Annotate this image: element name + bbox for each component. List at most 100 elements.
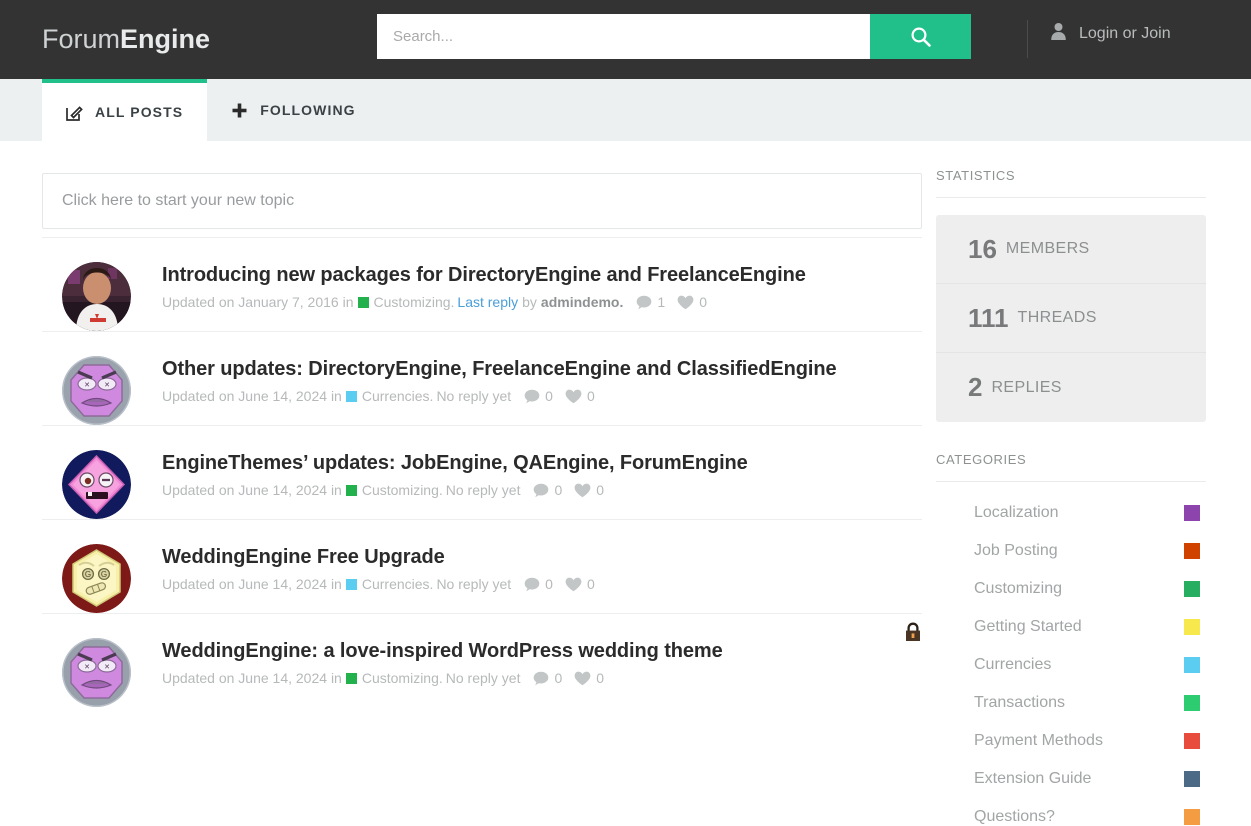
post-comment-stat: 0	[524, 387, 553, 406]
stat-row: 111 THREADS	[936, 284, 1206, 353]
post-row[interactable]: EngineThemes’ updates: JobEngine, QAEngi…	[42, 425, 922, 519]
post-date: June 14, 2024	[238, 576, 331, 592]
svg-text:✕: ✕	[104, 382, 110, 389]
category-label: Extension Guide	[974, 770, 1092, 787]
category-row[interactable]: Localization	[936, 494, 1206, 532]
post-comment-stat: 0	[524, 575, 553, 594]
post-comment-count: 0	[554, 670, 563, 686]
post-updated-prefix: Updated on	[162, 482, 239, 498]
stat-number: 2	[968, 372, 983, 402]
post-author[interactable]: admindemo.	[541, 293, 623, 312]
category-color-swatch	[1184, 505, 1200, 521]
site-brand-logo[interactable]: ForumEngine	[42, 24, 210, 55]
post-category-swatch	[345, 485, 357, 496]
comment-icon	[524, 389, 540, 404]
heart-icon	[574, 483, 591, 498]
category-label: Transactions	[974, 694, 1065, 711]
post-body: EngineThemes’ updates: JobEngine, QAEngi…	[162, 450, 922, 519]
post-in-word: in	[330, 482, 342, 498]
post-body: WeddingEngine Free Upgrade Updated on Ju…	[162, 544, 922, 613]
svg-text:G: G	[85, 570, 91, 579]
category-row[interactable]: Getting Started	[936, 608, 1206, 646]
avatar-photo	[62, 262, 131, 331]
stat-label: THREADS	[1017, 309, 1097, 326]
svg-text:✕: ✕	[84, 664, 90, 671]
search-input[interactable]	[377, 14, 870, 59]
post-no-reply-label: No reply yet	[436, 388, 512, 404]
post-comment-count: 0	[545, 388, 553, 404]
avatar-monster: ✕ ✕	[62, 638, 131, 707]
user-icon	[1050, 22, 1067, 45]
avatar	[62, 262, 131, 331]
post-row[interactable]: ✕ ✕ WeddingEngine: a love-inspired WordPr…	[42, 613, 922, 707]
post-like-count: 0	[596, 670, 605, 686]
post-date: June 14, 2024	[238, 388, 331, 404]
stat-number: 16	[968, 233, 997, 264]
svg-text:✕: ✕	[104, 664, 110, 671]
stat-label: REPLIES	[991, 378, 1062, 396]
post-category-swatch	[345, 391, 357, 402]
category-label: Questions?	[974, 808, 1055, 825]
category-color-swatch	[1184, 733, 1200, 749]
post-in-word: in	[330, 388, 342, 404]
post-updated-prefix: Updated on	[162, 294, 239, 310]
post-title-link[interactable]: WeddingEngine Free Upgrade	[162, 545, 922, 570]
post-title-link[interactable]: WeddingEngine: a love-inspired WordPress…	[162, 639, 922, 664]
post-title-link[interactable]: EngineThemes’ updates: JobEngine, QAEngi…	[162, 451, 922, 476]
post-category-name[interactable]: Customizing.	[362, 669, 443, 688]
brand-prefix: Forum	[42, 24, 121, 54]
tab-following-label: FOLLOWING	[260, 102, 356, 118]
statistics-heading: STATISTICS	[936, 168, 1206, 198]
post-title-link[interactable]: Other updates: DirectoryEngine, Freelanc…	[162, 357, 922, 382]
post-title-link[interactable]: Introducing new packages for DirectoryEn…	[162, 263, 922, 288]
comment-icon	[636, 295, 652, 310]
avatar-monster: ✕ ✕	[62, 356, 131, 425]
category-row[interactable]: Payment Methods	[936, 722, 1206, 760]
new-topic-input[interactable]	[62, 192, 921, 210]
post-updated-prefix: Updated on	[162, 576, 239, 592]
tab-following[interactable]: FOLLOWING	[207, 79, 379, 141]
category-row[interactable]: Questions?	[936, 798, 1206, 826]
post-meta: Updated on January 7, 2016 in Customizin…	[162, 293, 922, 312]
login-or-join-button[interactable]: Login or Join	[1050, 22, 1171, 45]
post-meta: Updated on June 14, 2024 in Currencies. …	[162, 387, 922, 406]
post-row[interactable]: ✕ ✕ Other updates: DirectoryEngine, Freel…	[42, 331, 922, 425]
statistics-card: 16 MEMBERS 111 THREADS 2 REPLIES	[936, 215, 1206, 422]
post-last-reply-link[interactable]: Last reply	[457, 293, 518, 312]
tab-all-posts[interactable]: ALL POSTS	[42, 79, 208, 141]
post-row[interactable]: Introducing new packages for DirectoryEn…	[42, 237, 922, 331]
post-category-name[interactable]: Customizing.	[362, 481, 443, 500]
post-list: Introducing new packages for DirectoryEn…	[42, 237, 922, 707]
post-row[interactable]: G G WeddingEngine Free Upgrade Updated on…	[42, 519, 922, 613]
post-category-swatch	[345, 579, 357, 590]
new-topic-box[interactable]	[42, 173, 922, 229]
category-color-swatch	[1184, 809, 1200, 825]
page-body: Introducing new packages for DirectoryEn…	[0, 141, 1251, 826]
post-category-name[interactable]: Currencies.	[362, 387, 434, 406]
post-category-swatch	[357, 297, 369, 308]
post-like-count: 0	[586, 576, 595, 592]
post-category-name[interactable]: Currencies.	[362, 575, 434, 594]
post-in-word: in	[330, 670, 342, 686]
post-like-stat: 0	[574, 669, 604, 688]
post-like-count: 0	[596, 482, 605, 498]
post-by-word: by	[522, 294, 537, 310]
category-row[interactable]: Currencies	[936, 646, 1206, 684]
post-like-stat: 0	[565, 575, 595, 594]
category-row[interactable]: Extension Guide	[936, 760, 1206, 798]
heart-icon	[574, 671, 591, 686]
post-comment-count: 0	[545, 576, 553, 592]
category-row[interactable]: Customizing	[936, 570, 1206, 608]
svg-text:G: G	[101, 570, 107, 579]
category-color-swatch	[1184, 657, 1200, 673]
post-date: January 7, 2016	[238, 294, 343, 310]
post-like-count: 0	[699, 294, 707, 310]
post-category-name[interactable]: Customizing.	[374, 293, 455, 312]
post-body: Other updates: DirectoryEngine, Freelanc…	[162, 356, 922, 425]
post-meta: Updated on June 14, 2024 in Customizing.…	[162, 669, 922, 688]
category-row[interactable]: Transactions	[936, 684, 1206, 722]
stat-number: 111	[968, 302, 1009, 333]
search-submit-button[interactable]	[870, 14, 971, 59]
category-row[interactable]: Job Posting	[936, 532, 1206, 570]
post-updated-prefix: Updated on	[162, 388, 239, 404]
